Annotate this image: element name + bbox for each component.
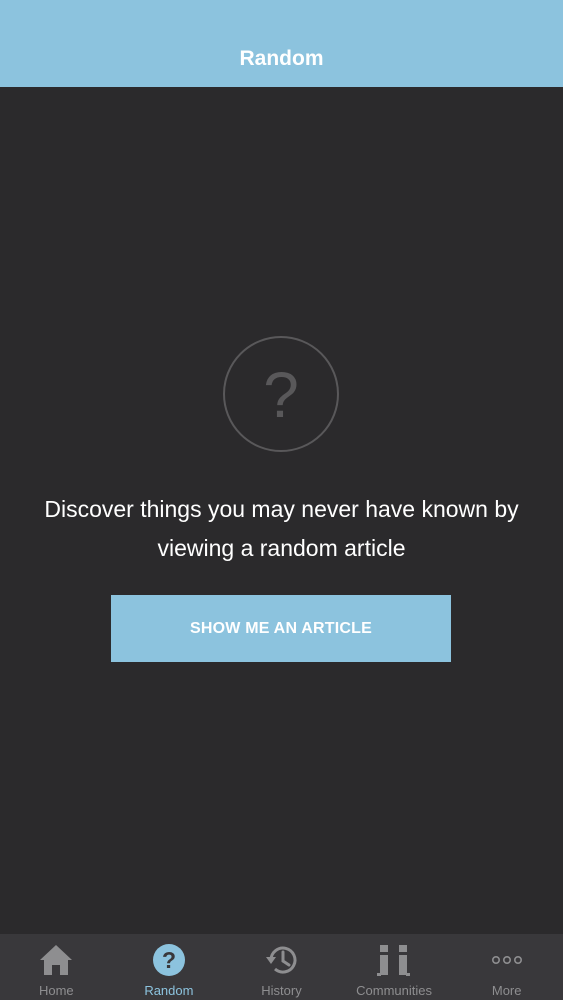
page-title: Random bbox=[239, 46, 324, 70]
question-mark-symbol: ? bbox=[263, 359, 299, 431]
show-article-button[interactable]: SHOW ME AN ARTICLE bbox=[111, 595, 451, 662]
tab-more[interactable]: More bbox=[450, 934, 563, 1000]
question-mark-icon: ? bbox=[223, 336, 339, 452]
home-icon bbox=[36, 942, 76, 978]
tab-label-history: History bbox=[261, 983, 302, 998]
tab-home[interactable]: Home bbox=[0, 934, 113, 1000]
tab-random[interactable]: ? Random bbox=[113, 934, 226, 1000]
tab-history[interactable]: History bbox=[225, 934, 338, 1000]
history-icon bbox=[261, 942, 301, 978]
tab-communities[interactable]: Communities bbox=[338, 934, 451, 1000]
tab-label-communities: Communities bbox=[356, 983, 432, 998]
question-icon: ? bbox=[149, 942, 189, 978]
random-content: ? Discover things you may never have kno… bbox=[0, 87, 563, 934]
bottom-tab-bar: Home ? Random History Communities More bbox=[0, 934, 563, 1000]
tab-label-random: Random bbox=[144, 983, 194, 998]
tab-label-more: More bbox=[491, 983, 522, 998]
communities-icon bbox=[374, 942, 414, 978]
header-bar: Random bbox=[0, 0, 563, 87]
more-icon bbox=[487, 942, 527, 978]
app-screen: Random ? Discover things you may never h… bbox=[0, 0, 563, 1000]
empty-state-message: Discover things you may never have known… bbox=[44, 496, 519, 561]
svg-text:?: ? bbox=[162, 947, 176, 973]
tab-label-home: Home bbox=[38, 983, 74, 998]
